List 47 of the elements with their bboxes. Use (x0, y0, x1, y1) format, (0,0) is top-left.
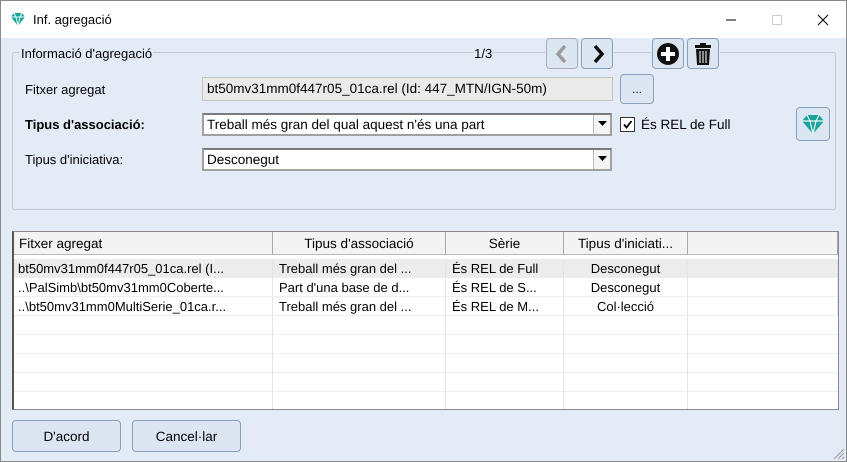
window-title: Inf. agregació (33, 12, 113, 27)
table-cell: És REL de Full (446, 259, 564, 278)
column-header[interactable]: Tipus d'iniciati... (564, 232, 688, 254)
table-cell: ..\bt50mv31mm0MultiSerie_01ca.r... (14, 297, 273, 316)
checkbox-label: És REL de Full (641, 116, 731, 132)
dropdown-arrow-icon (598, 121, 606, 127)
record-counter: 1/3 (474, 46, 492, 61)
table-cell: Part d'una base de d... (273, 278, 446, 297)
table-cell: Desconegut (564, 278, 688, 297)
dropdown[interactable]: Treball més gran del qual aquest n'és una part (202, 112, 612, 136)
table-row[interactable]: bt50mv31mm0f447r05_01ca.rel (I... Treball més gran del ... És REL de Full Desconegut (14, 259, 838, 278)
diamond-icon (800, 113, 826, 135)
table-cell: Desconegut (564, 259, 688, 278)
column-header[interactable]: Sèrie (446, 232, 564, 254)
dropdown[interactable]: Desconegut (202, 148, 612, 170)
diamond-button[interactable] (796, 107, 830, 141)
column-header[interactable]: Tipus d'associació (273, 232, 446, 254)
diamond-icon (9, 11, 27, 28)
table-cell: És REL de S... (446, 278, 564, 297)
table-cell: Col·lecció (564, 297, 688, 316)
next-button[interactable] (581, 38, 614, 69)
table-row[interactable]: ..\bt50mv31mm0MultiSerie_01ca.r... Treball més gran del ... És REL de M... Col·lecció (14, 297, 838, 316)
cancel-button[interactable]: Cancel·lar (132, 420, 241, 452)
table-cell: bt50mv31mm0f447r05_01ca.rel (I... (14, 259, 273, 278)
table-cell: ..\PalSimb\bt50mv31mm0Coberte... (14, 278, 273, 297)
table-cell: Treball més gran del ... (273, 297, 446, 316)
close-icon (817, 14, 829, 26)
column-header[interactable]: Fitxer agregat (14, 232, 273, 254)
field-label: Tipus d'iniciativa: (25, 152, 124, 166)
checkmark-icon (622, 118, 633, 130)
table-cell: Treball més gran del ... (273, 259, 446, 278)
table-cell: És REL de M... (446, 297, 564, 316)
file-field: bt50mv31mm0f447r05_01ca.rel (Id: 447_MTN/IGN-50m) (202, 77, 613, 101)
resize-grip-icon (833, 448, 845, 460)
trash-icon (693, 42, 714, 66)
field-label: Tipus d'associació: (25, 116, 146, 132)
group-title: Informació d'agregació (20, 46, 154, 61)
plus-circle-icon (656, 42, 680, 66)
table-row[interactable]: ..\PalSimb\bt50mv31mm0Coberte... Part d'una base de d... És REL de S... Desconegut (14, 278, 838, 297)
add-button[interactable] (652, 38, 684, 69)
dropdown-arrow-icon (598, 156, 606, 162)
checkbox[interactable] (620, 116, 635, 132)
browse-button[interactable]: ... (620, 74, 654, 104)
ok-button[interactable]: D'acord (12, 420, 121, 452)
maximize-icon (771, 14, 783, 26)
delete-button[interactable] (687, 38, 720, 69)
field-label: Fitxer agregat (25, 82, 106, 96)
